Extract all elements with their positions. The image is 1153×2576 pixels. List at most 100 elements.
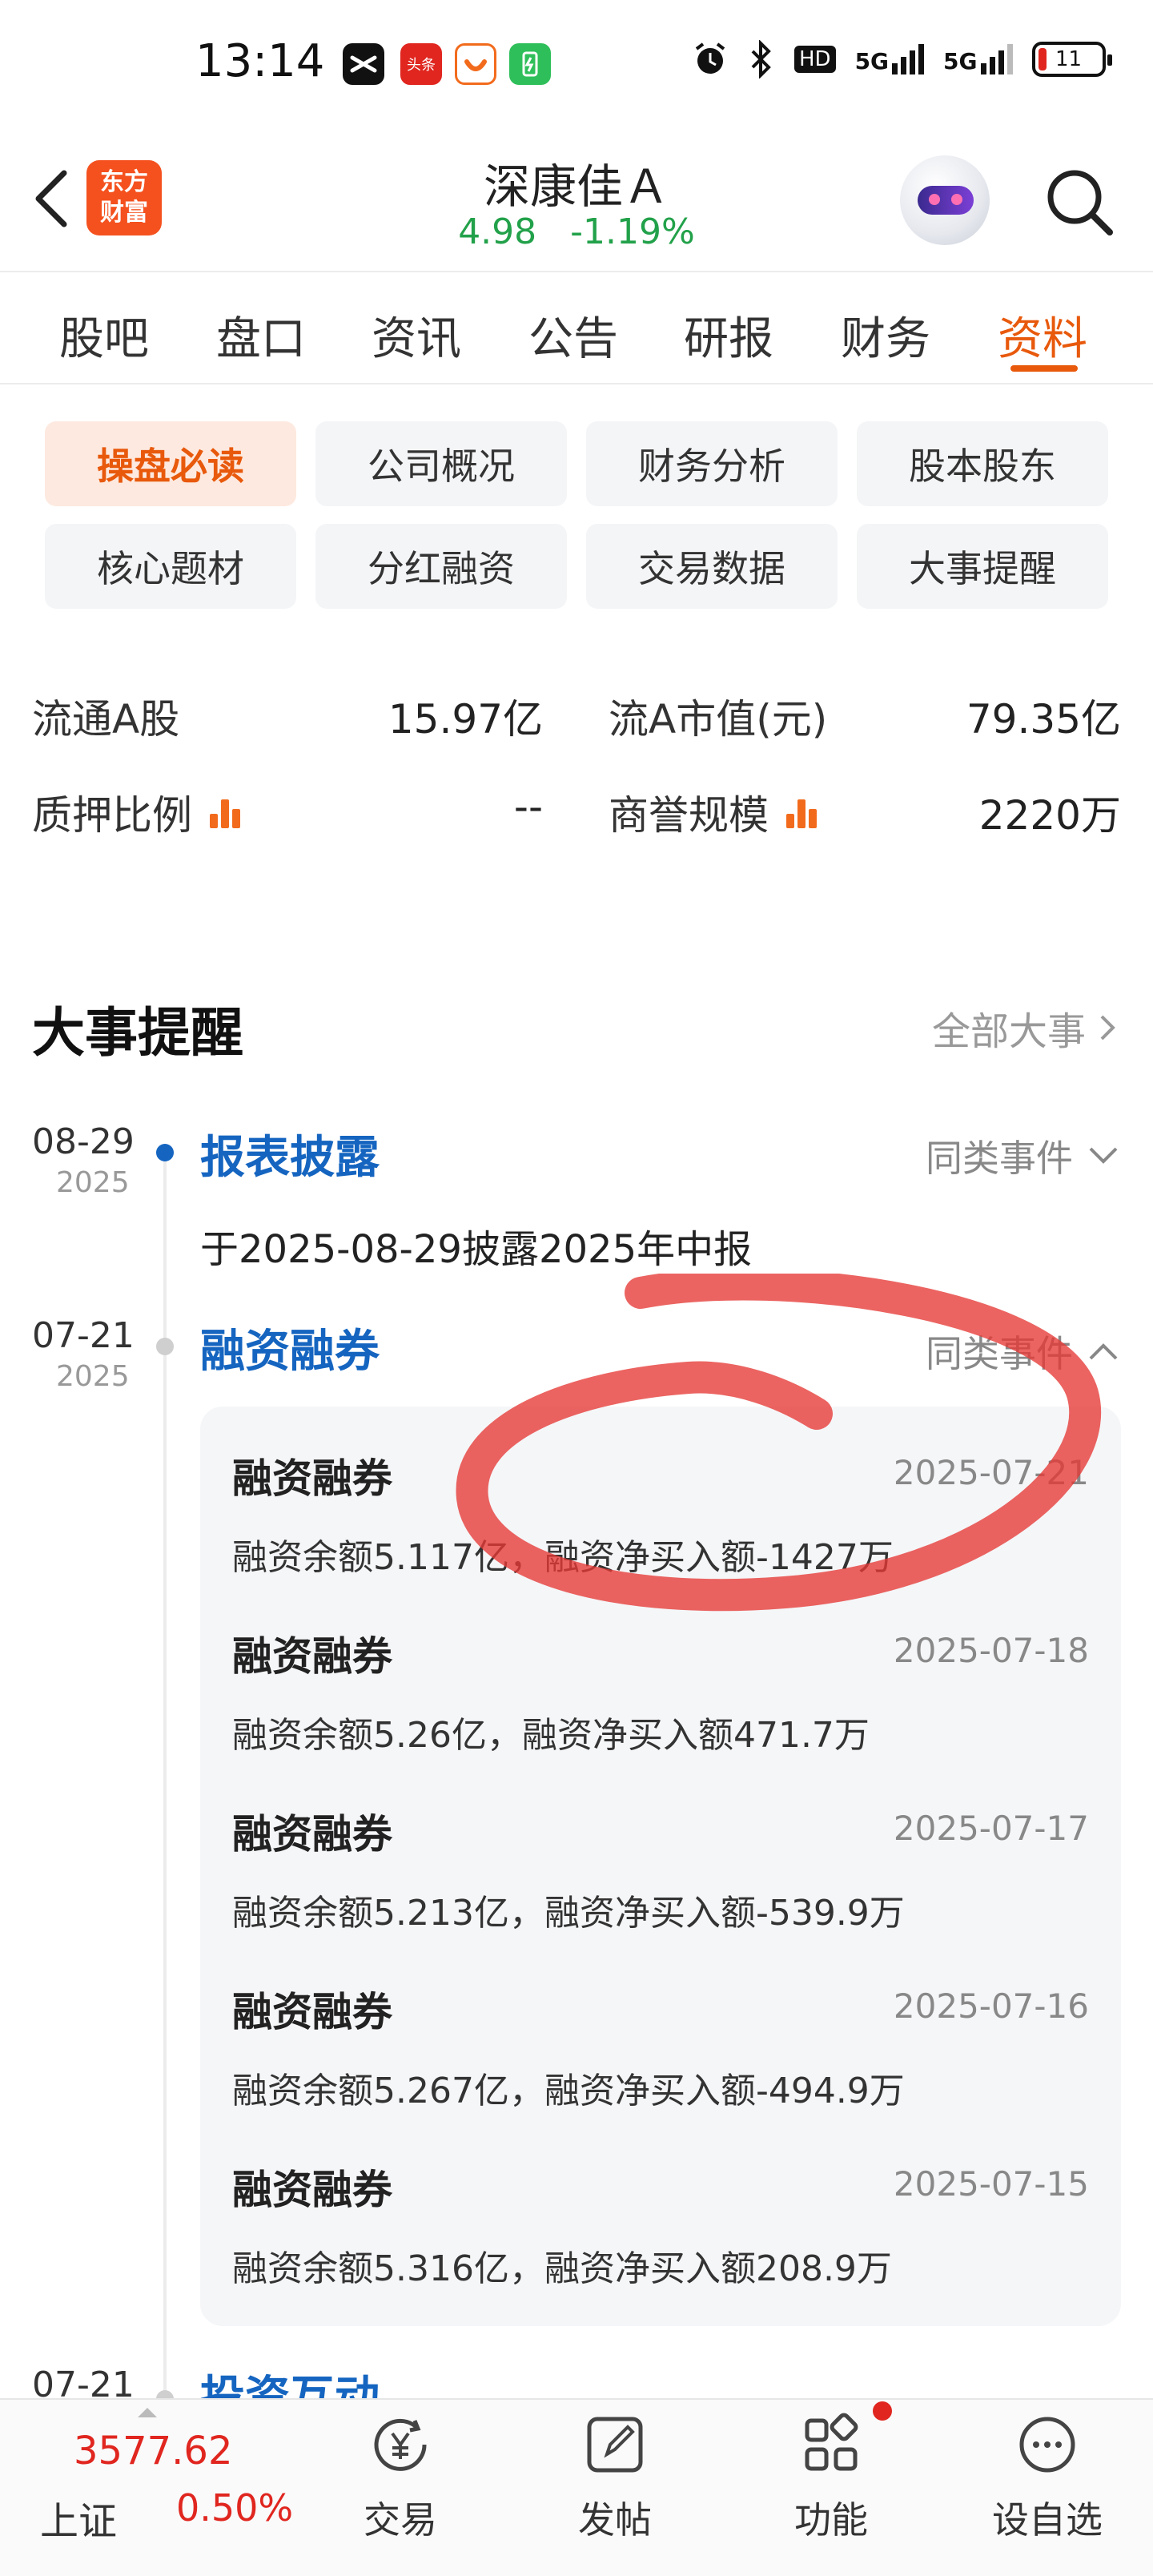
list-item-title: 融资融券 <box>232 1455 392 1502</box>
list-item-title: 融资融券 <box>232 1633 392 1680</box>
list-item-desc: 融资余额5.267亿，融资净买入额-494.9万 <box>232 2071 905 2111</box>
list-item-date: 2025-07-18 <box>893 1631 1089 1670</box>
list-item-date: 2025-07-17 <box>893 1809 1089 1848</box>
more-dots-icon <box>1019 2417 1075 2473</box>
float-mktcap-value: 79.35亿 <box>966 696 1121 743</box>
apps-grid-icon <box>805 2413 858 2471</box>
capcut-icon <box>343 43 384 85</box>
chevron-up-icon <box>1089 1343 1118 1360</box>
battery-level: 11 <box>1055 47 1083 71</box>
chip-dividends[interactable]: 分红融资 <box>315 524 567 609</box>
float-a-shares-label: 流通A股 <box>32 687 179 745</box>
chip-core-themes[interactable]: 核心题材 <box>45 524 296 609</box>
event-title[interactable]: 报表披露 <box>200 1121 380 1186</box>
nav-post[interactable]: 发帖 <box>535 2400 695 2576</box>
active-tab-indicator <box>1010 365 1078 372</box>
list-item-title: 融资融券 <box>232 2167 392 2213</box>
nav-add-watchlist-label: 设自选 <box>992 2498 1103 2542</box>
event-title[interactable]: 融资融券 <box>200 1315 380 1380</box>
goodwill-text: 商誉规模 <box>609 792 769 839</box>
chip-trading-must-read[interactable]: 操盘必读 <box>45 421 296 506</box>
hd-badge: HD <box>794 46 836 73</box>
similar-events-text: 同类事件 <box>926 1137 1073 1180</box>
top-tabs: 股吧 盘口 资讯 公告 研报 财务 资料 <box>0 274 1153 386</box>
tab-research[interactable]: 研报 <box>684 303 773 368</box>
network-type-1: 5G <box>854 48 890 74</box>
index-name[interactable]: 上证 <box>40 2489 117 2546</box>
list-item-desc: 融资余额5.26亿，融资净买入额471.7万 <box>232 1715 870 1756</box>
bar-chart-icon[interactable] <box>208 796 243 828</box>
event-date: 07-21 <box>32 1315 135 1356</box>
tab-finance[interactable]: 财务 <box>841 303 930 368</box>
nav-add-watchlist[interactable]: 设自选 <box>967 2400 1127 2576</box>
chip-company-overview[interactable]: 公司概况 <box>315 421 567 506</box>
nav-trade[interactable]: 交易 <box>320 2400 480 2576</box>
bar-chart-icon[interactable] <box>785 796 820 828</box>
status-bar: 13:14 头条 HD 5G 5G 11 <box>0 0 1153 128</box>
header-divider <box>0 271 1153 272</box>
pledge-ratio-value: -- <box>513 783 543 830</box>
float-a-shares-value: 15.97亿 <box>388 696 543 743</box>
list-item-date: 2025-07-16 <box>893 1986 1089 2026</box>
list-item-desc: 融资余额5.117亿，融资净买入额-1427万 <box>232 1537 894 1578</box>
event-description: 于2025-08-29披露2025年中报 <box>200 1227 753 1272</box>
goodwill-value: 2220万 <box>978 792 1121 839</box>
nav-functions-label: 功能 <box>794 2498 868 2542</box>
all-events-link[interactable]: 全部大事 <box>932 1000 1118 1056</box>
goodwill-label[interactable]: 商誉规模 <box>609 783 820 841</box>
bottom-nav: 3577.62 上证 0.50% 交易 发帖 功能 设自选 <box>0 2398 1153 2576</box>
event-year: 2025 <box>56 1360 130 1393</box>
didi-icon <box>455 43 496 85</box>
list-item-title: 融资融券 <box>232 1811 392 1858</box>
bluetooth-icon <box>751 40 771 78</box>
nav-post-label: 发帖 <box>578 2498 652 2542</box>
tab-pankou[interactable]: 盘口 <box>216 303 306 368</box>
section-title-major-events: 大事提醒 <box>32 1002 243 1064</box>
all-events-text: 全部大事 <box>931 1009 1086 1054</box>
nav-functions[interactable]: 功能 <box>751 2400 911 2576</box>
tab-guba[interactable]: 股吧 <box>59 303 149 368</box>
tab-profile[interactable]: 资料 <box>998 303 1087 368</box>
yen-circle-icon <box>374 2418 427 2471</box>
timeline-dot <box>156 1338 174 1355</box>
next-event-partial: 07-21 投资互动 <box>0 2363 1153 2400</box>
tabs-divider <box>0 383 1153 384</box>
chip-major-events[interactable]: 大事提醒 <box>857 524 1108 609</box>
list-item-date: 2025-07-15 <box>893 2164 1089 2204</box>
chip-shareholders[interactable]: 股本股东 <box>857 421 1108 506</box>
similar-events-toggle[interactable]: 同类事件 <box>926 1129 1119 1182</box>
stock-header: 东方 财富 深康佳Ａ 4.98 -1.19% <box>0 128 1153 272</box>
ai-assistant-robot-icon[interactable] <box>900 155 990 245</box>
status-indicators: HD 5G 5G 11 <box>692 40 1112 78</box>
float-a-shares-text: 流通A股 <box>32 696 180 743</box>
nav-trade-label: 交易 <box>364 2498 437 2542</box>
list-item-desc: 融资余额5.316亿，融资净买入额208.9万 <box>232 2248 892 2289</box>
search-icon[interactable] <box>1041 163 1118 240</box>
signal-1: 5G <box>854 44 925 74</box>
chip-trading-data[interactable]: 交易数据 <box>586 524 838 609</box>
stock-price: 4.98 <box>458 211 537 252</box>
float-mktcap-label: 流A市值(元) <box>609 687 827 745</box>
chip-financial-analysis[interactable]: 财务分析 <box>586 421 838 506</box>
index-value[interactable]: 3577.62 <box>74 2429 233 2473</box>
tab-announcements[interactable]: 公告 <box>528 303 618 368</box>
tab-news[interactable]: 资讯 <box>372 303 461 368</box>
notification-dot <box>873 2401 892 2421</box>
similar-events-toggle[interactable]: 同类事件 <box>926 1325 1119 1378</box>
event-date: 08-29 <box>32 1121 135 1162</box>
event-title[interactable]: 投资互动 <box>200 2363 380 2400</box>
stock-change-pct: -1.19% <box>570 211 695 252</box>
list-item-desc: 融资余额5.213亿，融资净买入额-539.9万 <box>232 1893 905 1934</box>
event-year: 2025 <box>56 1166 130 1199</box>
list-item-title: 融资融券 <box>232 1989 392 2035</box>
pledge-ratio-label[interactable]: 质押比例 <box>32 783 243 841</box>
event-date: 07-21 <box>32 2365 135 2400</box>
index-change[interactable]: 0.50% <box>176 2486 293 2530</box>
chevron-down-icon <box>1089 1147 1118 1164</box>
timeline-dot-active <box>156 1144 174 1161</box>
edit-post-icon <box>587 2417 643 2473</box>
expand-caret-icon[interactable] <box>138 2408 157 2417</box>
alarm-icon <box>695 42 725 74</box>
battery-icon: 11 <box>1031 42 1112 77</box>
toutiao-icon: 头条 <box>400 43 442 85</box>
